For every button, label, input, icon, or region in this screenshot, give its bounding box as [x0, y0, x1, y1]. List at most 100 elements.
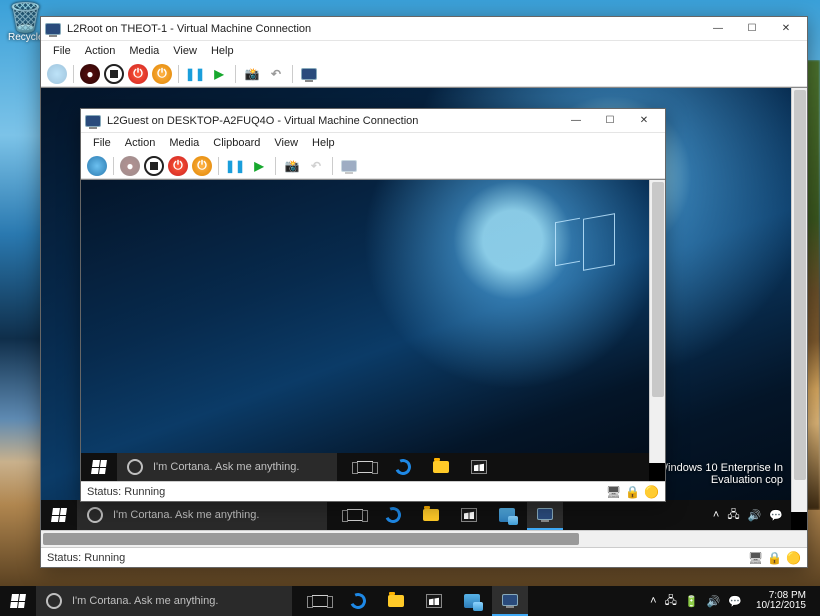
tray-notifications-icon[interactable]: 💬 — [728, 595, 742, 608]
guest2-cortana-search[interactable]: I'm Cortana. Ask me anything. — [117, 453, 337, 481]
pause-icon[interactable]: ❚❚ — [185, 64, 205, 84]
tray-volume-icon[interactable]: 🔊 — [748, 509, 762, 522]
menu-view[interactable]: View — [167, 43, 203, 59]
enhanced-session-icon[interactable] — [339, 156, 359, 176]
shutdown-icon[interactable]: ⏻ — [168, 156, 188, 176]
edge-button[interactable] — [340, 586, 376, 616]
display-config-icon[interactable]: 🖥 — [748, 551, 763, 565]
task-view-icon — [347, 509, 363, 521]
hyperv-manager-button[interactable] — [489, 500, 525, 530]
ctrl-alt-del-icon[interactable] — [47, 64, 67, 84]
task-view-button[interactable] — [337, 500, 373, 530]
menu-media[interactable]: Media — [163, 135, 205, 151]
menu-view[interactable]: View — [268, 135, 304, 151]
tray-battery-icon[interactable]: 🔋 — [685, 595, 699, 608]
file-explorer-button[interactable] — [378, 586, 414, 616]
turnoff-icon[interactable] — [104, 64, 124, 84]
outer-titlebar[interactable]: L2Root on THEOT-1 - Virtual Machine Conn… — [41, 17, 807, 41]
outer-statusbar: Status: Running 🖥 🔒 🟡 — [41, 547, 807, 567]
menu-action[interactable]: Action — [79, 43, 122, 59]
edge-icon — [348, 591, 369, 612]
checkpoint-icon[interactable]: 📸 — [282, 156, 302, 176]
maximize-button[interactable]: ☐ — [593, 109, 627, 133]
guest1-task-items — [337, 500, 563, 530]
shutdown-icon[interactable]: ⏻ — [128, 64, 148, 84]
menu-help[interactable]: Help — [205, 43, 240, 59]
turnoff-icon[interactable] — [144, 156, 164, 176]
store-button[interactable] — [416, 586, 452, 616]
tray-volume-icon[interactable]: 🔊 — [707, 595, 721, 608]
vmc-icon — [537, 508, 553, 520]
scrollbar-thumb[interactable] — [652, 182, 664, 397]
tray-chevron-icon[interactable]: ˄ — [713, 509, 719, 521]
host-clock[interactable]: 7:08 PM 10/12/2015 — [750, 591, 812, 612]
vmc-button[interactable] — [527, 500, 563, 530]
save-icon[interactable]: ⏻ — [152, 64, 172, 84]
ctrl-alt-del-icon[interactable] — [87, 156, 107, 176]
maximize-button[interactable]: ☐ — [735, 17, 769, 41]
checkpoint-icon[interactable]: 📸 — [242, 64, 262, 84]
host-taskbar: I'm Cortana. Ask me anything. ˄ 🖧 🔋 🔊 💬 … — [0, 586, 820, 616]
lock-icon[interactable]: 🔒 — [767, 551, 782, 565]
hyperv-manager-button[interactable] — [454, 586, 490, 616]
folder-icon — [388, 595, 404, 607]
host-start-button[interactable] — [0, 586, 36, 616]
revert-icon[interactable]: ↶ — [306, 156, 326, 176]
close-button[interactable]: ✕ — [627, 109, 661, 133]
edge-button[interactable] — [385, 453, 421, 481]
recycle-bin[interactable]: 🗑️ Recycle — [8, 4, 44, 43]
guest2-start-button[interactable] — [81, 453, 117, 481]
guest1-tray[interactable]: ˄ 🖧 🔊 💬 — [705, 500, 791, 530]
edge-button[interactable] — [375, 500, 411, 530]
task-view-button[interactable] — [347, 453, 383, 481]
minimize-button[interactable]: — — [559, 109, 593, 133]
file-explorer-button[interactable] — [423, 453, 459, 481]
save-icon[interactable]: ⏻ — [192, 156, 212, 176]
tray-chevron-icon[interactable]: ˄ — [650, 595, 656, 607]
security-icon[interactable]: 🟡 — [644, 485, 659, 499]
reset-icon[interactable]: ▶ — [249, 156, 269, 176]
tray-notifications-icon[interactable]: 💬 — [769, 509, 783, 522]
tray-network-icon[interactable]: 🖧 — [727, 506, 739, 525]
store-button[interactable] — [461, 453, 497, 481]
security-icon[interactable]: 🟡 — [786, 551, 801, 565]
folder-icon — [433, 461, 449, 473]
menu-file[interactable]: File — [47, 43, 77, 59]
vmc-button[interactable] — [492, 586, 528, 616]
lock-icon[interactable]: 🔒 — [625, 485, 640, 499]
menu-media[interactable]: Media — [123, 43, 165, 59]
pause-icon[interactable]: ❚❚ — [225, 156, 245, 176]
guest1-eval-text: Windows 10 Enterprise In Evaluation cop — [658, 462, 783, 486]
task-view-button[interactable] — [302, 586, 338, 616]
inner-titlebar[interactable]: L2Guest on DESKTOP-A2FUQ4O - Virtual Mac… — [81, 109, 665, 133]
inner-vertical-scrollbar[interactable] — [649, 180, 665, 463]
guest1-cortana-search[interactable]: I'm Cortana. Ask me anything. — [77, 500, 327, 530]
minimize-button[interactable]: — — [701, 17, 735, 41]
reset-icon[interactable]: ▶ — [209, 64, 229, 84]
scrollbar-thumb[interactable] — [43, 533, 579, 545]
host-cortana-search[interactable]: I'm Cortana. Ask me anything. — [36, 586, 292, 616]
revert-icon[interactable]: ↶ — [266, 64, 286, 84]
menu-clipboard[interactable]: Clipboard — [207, 135, 266, 151]
guest1-start-button[interactable] — [41, 500, 77, 530]
menu-file[interactable]: File — [87, 135, 117, 151]
tray-network-icon[interactable]: 🖧 — [665, 592, 677, 611]
store-icon — [461, 508, 477, 522]
file-explorer-button[interactable] — [413, 500, 449, 530]
start-icon[interactable]: ● — [120, 156, 140, 176]
host-tray[interactable]: ˄ 🖧 🔋 🔊 💬 7:08 PM 10/12/2015 — [642, 586, 820, 616]
outer-horizontal-scrollbar[interactable] — [41, 530, 807, 547]
outer-vertical-scrollbar[interactable] — [791, 88, 807, 512]
scrollbar-thumb[interactable] — [794, 90, 806, 480]
outer-status-icons: 🖥 🔒 🟡 — [748, 551, 801, 565]
store-button[interactable] — [451, 500, 487, 530]
enhanced-session-icon[interactable] — [299, 64, 319, 84]
guest1-cortana-placeholder: I'm Cortana. Ask me anything. — [113, 509, 259, 521]
host-desktop: 🗑️ Recycle L2Root on THEOT-1 - Virtual M… — [0, 0, 820, 616]
menu-help[interactable]: Help — [306, 135, 341, 151]
display-config-icon[interactable]: 🖥 — [606, 485, 621, 499]
menu-action[interactable]: Action — [119, 135, 162, 151]
start-icon[interactable]: ● — [80, 64, 100, 84]
close-button[interactable]: ✕ — [769, 17, 803, 41]
hyperv-icon — [499, 508, 515, 522]
